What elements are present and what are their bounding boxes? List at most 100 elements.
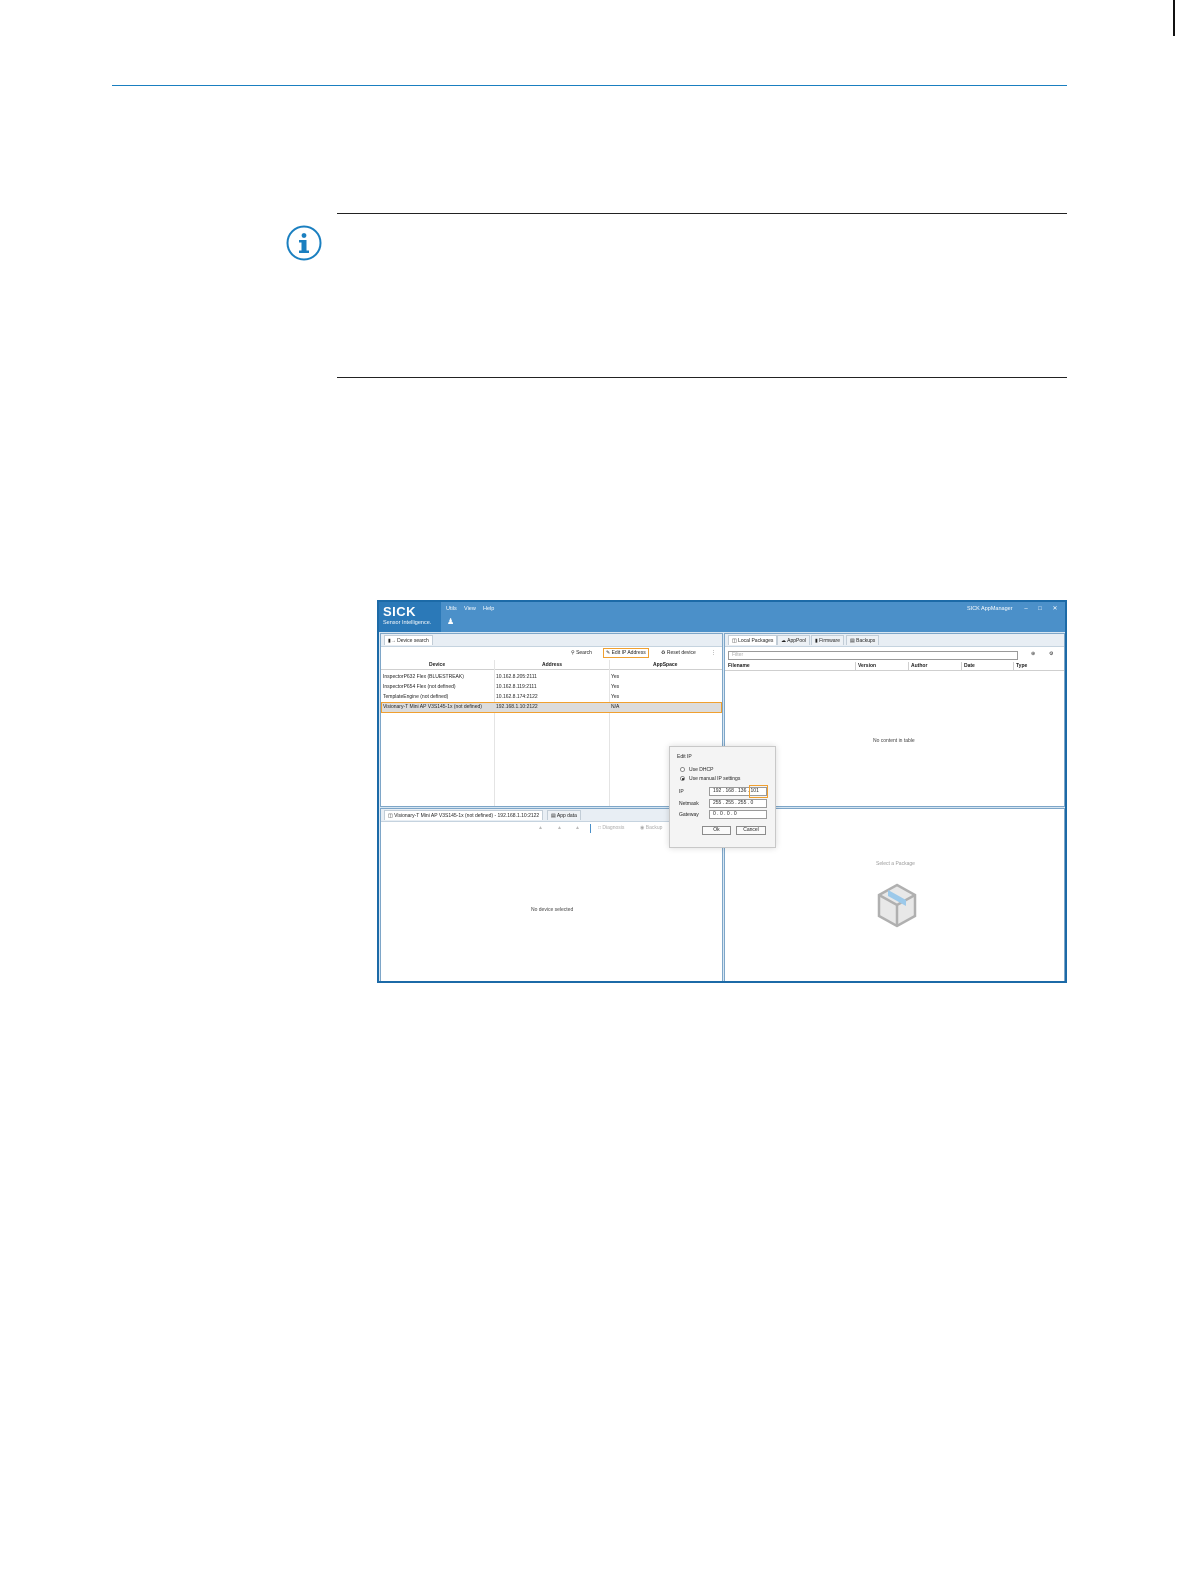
backup-button-icon: ◉ (640, 825, 645, 831)
table-cell: Yes (611, 674, 620, 680)
close-icon[interactable]: ✕ (1050, 605, 1060, 613)
toolbar-divider (590, 824, 591, 833)
pkg-col-divider-3 (961, 662, 962, 671)
reset-icon: ♻ (661, 650, 666, 656)
sync-icon[interactable]: ▲ (575, 825, 580, 831)
tab-apppool-label: AppPool (787, 638, 807, 644)
diagnosis-button[interactable]: □ Diagnosis (598, 825, 624, 831)
package-icon: ◫ (732, 638, 737, 644)
diagnosis-label: Diagnosis (602, 825, 625, 831)
tab-apppool[interactable]: ☁ AppPool (777, 635, 811, 645)
dhcp-label: Use DHCP (689, 767, 714, 773)
dialog-title: Edit IP (677, 754, 692, 760)
page-edge-mark (1173, 0, 1175, 36)
pkg-col-divider-4 (1013, 662, 1014, 671)
tab-app-data[interactable]: ▤ App data (547, 810, 581, 820)
upload-icon[interactable]: ▲ (538, 825, 543, 831)
backup-label: Backup (645, 825, 663, 831)
device-search-icon: ▮→ (388, 638, 396, 644)
ok-button[interactable]: Ok (702, 826, 731, 835)
menu-view[interactable]: View (464, 606, 476, 612)
tab-local-packages[interactable]: ◫ Local Packages (728, 635, 778, 645)
col-divider-2 (609, 660, 610, 806)
cancel-button[interactable]: Cancel (736, 826, 766, 835)
pkg-col-divider-2 (908, 662, 909, 671)
tab-backups[interactable]: ▤ Backups (846, 635, 880, 645)
column-version[interactable]: Version (858, 663, 876, 669)
column-appspace[interactable]: AppSpace (653, 662, 677, 668)
table-row[interactable]: InspectorP654 Flex (not defined) (383, 684, 456, 690)
ip-last-octet-highlight (749, 785, 768, 798)
netmask-field[interactable]: 255 . 255 . 255 . 0 (709, 799, 767, 808)
reset-device-button[interactable]: ♻ Reset device (661, 650, 696, 656)
table-cell: 10.162.8.174:2122 (496, 694, 538, 700)
sick-logo: SICK Sensor Intelligence. (379, 602, 441, 632)
table-cell: Yes (611, 684, 620, 690)
tab-firmware-label: Firmware (819, 638, 840, 644)
column-type[interactable]: Type (1016, 663, 1027, 669)
edit-ip-address-button[interactable]: ✎ Edit IP Address (603, 648, 649, 658)
gateway-field[interactable]: 0 . 0 . 0 . 0 (709, 810, 767, 819)
backup-button[interactable]: ◉ Backup (640, 825, 662, 831)
app-title: SICK AppManager (967, 606, 1013, 612)
download-icon[interactable]: ▲ (557, 825, 562, 831)
netmask-label: Netmask (679, 801, 699, 807)
tab-firmware[interactable]: ▮ Firmware (811, 635, 844, 645)
import-icon[interactable]: ⊕ (1031, 651, 1035, 657)
diagnosis-icon: □ (598, 825, 602, 831)
device-tabstrip: ▮→ Device search (381, 634, 722, 647)
user-icon[interactable]: ♟ (447, 617, 454, 626)
column-date[interactable]: Date (964, 663, 975, 669)
column-filename[interactable]: Filename (728, 663, 750, 669)
note-bottom-rule (337, 377, 1067, 378)
tab-device-detail-label: Visionary-T Mini AP V3S145-1x (not defin… (394, 813, 540, 819)
package-box-icon (877, 883, 917, 928)
packages-tabstrip: ◫ Local Packages ☁ AppPool ▮ Firmware ▤ … (725, 634, 1064, 647)
logo-text: SICK (383, 604, 417, 619)
dhcp-radio[interactable] (680, 767, 685, 772)
manual-ip-label: Use manual IP settings (689, 776, 741, 782)
minimize-icon[interactable]: – (1021, 605, 1031, 613)
title-bar: SICK Sensor Intelligence. Utils View Hel… (379, 602, 1065, 632)
column-address[interactable]: Address (542, 662, 562, 668)
column-author[interactable]: Author (911, 663, 927, 669)
column-device[interactable]: Device (429, 662, 445, 668)
header-divider (381, 669, 722, 670)
table-row[interactable]: InspectorP632 Flex (BLUESTREAK) (383, 674, 464, 680)
search-button[interactable]: ⚲ Search (571, 650, 592, 656)
menu-utils[interactable]: Utils (446, 606, 457, 612)
filter-input[interactable]: Filter (728, 651, 1018, 660)
backup-icon: ▤ (850, 638, 855, 644)
table-row-selected[interactable]: Visionary-T Mini AP V3S145-1x (not defin… (383, 704, 482, 710)
gateway-label: Gateway (679, 812, 699, 818)
maximize-icon[interactable]: □ (1035, 605, 1045, 613)
pencil-icon: ✎ (606, 650, 611, 656)
tab-local-packages-label: Local Packages (738, 638, 774, 644)
ip-label: IP (679, 789, 684, 795)
manual-ip-radio[interactable] (680, 776, 685, 781)
header-rule (112, 85, 1067, 86)
cloud-icon: ☁ (781, 638, 786, 644)
app-data-icon: ▤ (551, 813, 556, 819)
no-device-message: No device selected (531, 907, 574, 913)
tab-device-search[interactable]: ▮→ Device search (384, 635, 433, 645)
edit-ip-dialog: Edit IP Use DHCP Use manual IP settings … (669, 746, 776, 848)
select-package-message: Select a Package (876, 861, 915, 867)
more-options-icon[interactable]: ⋮ (711, 650, 716, 656)
empty-table-message: No content in table (873, 738, 915, 744)
search-icon: ⚲ (571, 650, 575, 656)
settings-icon[interactable]: ⚙ (1049, 651, 1053, 657)
table-cell: N/A (611, 704, 620, 710)
col-divider-1 (494, 660, 495, 806)
note-top-rule (337, 213, 1067, 214)
menu-help[interactable]: Help (483, 606, 494, 612)
tab-device-search-label: Device search (397, 638, 429, 644)
logo-subtitle: Sensor Intelligence. (383, 620, 432, 626)
tab-app-data-label: App data (556, 813, 577, 819)
pkg-col-divider-1 (855, 662, 856, 671)
search-button-label: Search (576, 650, 592, 656)
tab-device-detail[interactable]: ◫ Visionary-T Mini AP V3S145-1x (not def… (384, 810, 544, 820)
table-cell: Yes (611, 694, 620, 700)
table-row[interactable]: TemplateEngine (not defined) (383, 694, 448, 700)
table-cell: 192.168.1.10:2122 (496, 704, 538, 710)
